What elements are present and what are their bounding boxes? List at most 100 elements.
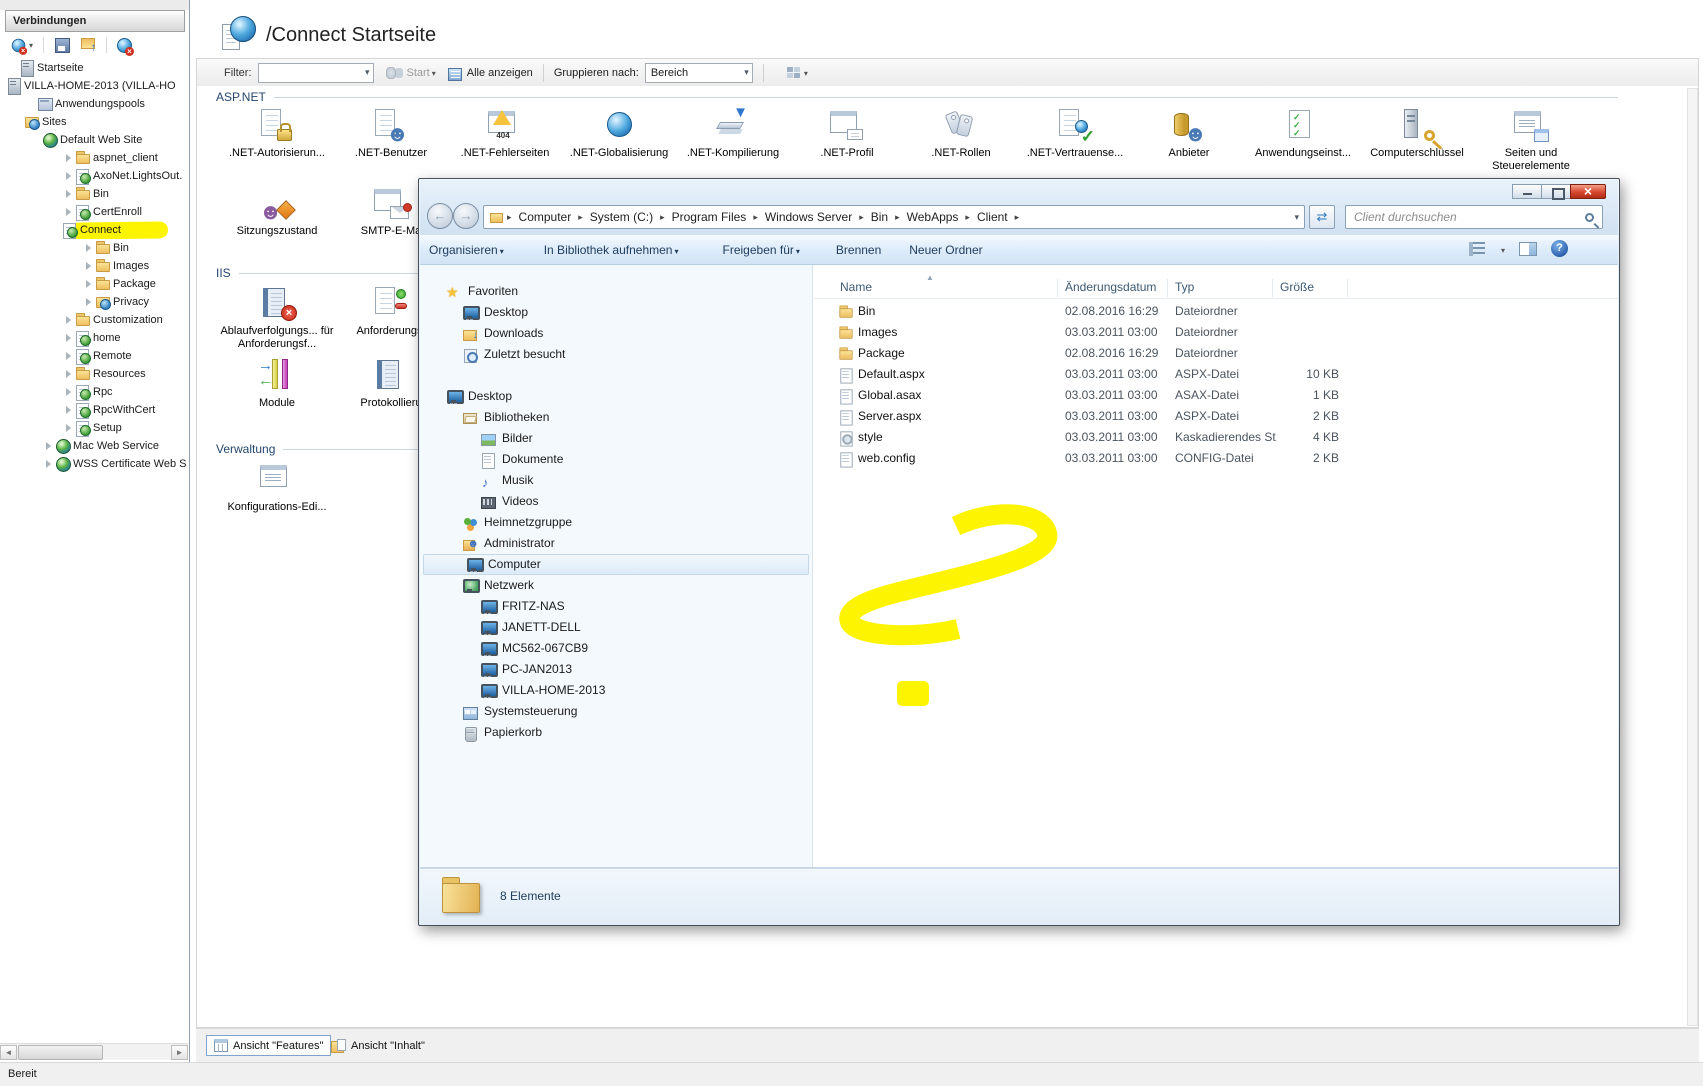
- organize-menu[interactable]: Organisieren: [420, 238, 513, 262]
- file-row-images[interactable]: Images03.03.2011 03:00Dateiordner: [814, 322, 1618, 343]
- scroll-thumb[interactable]: [18, 1045, 103, 1060]
- chevron-collapsed-icon[interactable]: [62, 334, 75, 342]
- file-row-style[interactable]: style03.03.2011 03:00Kaskadierendes St..…: [814, 427, 1618, 448]
- chevron-collapsed-icon[interactable]: [42, 442, 55, 450]
- chevron-collapsed-icon[interactable]: [62, 370, 75, 378]
- chevron-collapsed-icon[interactable]: [62, 208, 75, 216]
- view-options-button[interactable]: [786, 66, 808, 80]
- feature-sitzungszustand[interactable]: Sitzungszustand: [220, 182, 334, 260]
- tree-item-connect[interactable]: Connect: [0, 221, 188, 239]
- feature-net-rollen[interactable]: .NET-Rollen: [904, 104, 1018, 182]
- up-folder-button[interactable]: [77, 35, 99, 54]
- chevron-collapsed-icon[interactable]: [62, 406, 75, 414]
- tree-item-mac-web-service[interactable]: Mac Web Service: [0, 437, 188, 455]
- add-to-library-menu[interactable]: In Bibliothek aufnehmen: [535, 238, 688, 262]
- column-date[interactable]: Änderungsdatum: [1065, 280, 1173, 294]
- minimize-button[interactable]: [1512, 184, 1542, 199]
- tab-features-view[interactable]: Ansicht "Features": [206, 1035, 331, 1056]
- tree-item-sites[interactable]: Sites: [0, 113, 188, 131]
- tree-item-anwendungspools[interactable]: Anwendungspools: [0, 95, 188, 113]
- feature-module[interactable]: Module: [220, 354, 334, 426]
- chevron-collapsed-icon[interactable]: [62, 424, 75, 432]
- nav-downloads[interactable]: Downloads: [420, 323, 812, 344]
- breadcrumb-client[interactable]: Client: [970, 210, 1015, 224]
- tree-item-villa-home-2013[interactable]: VILLA-HOME-2013 (VILLA-HO: [0, 77, 188, 95]
- tree-item-rpc[interactable]: Rpc: [0, 383, 188, 401]
- feature-anbieter[interactable]: Anbieter: [1132, 104, 1246, 182]
- column-size[interactable]: Größe: [1280, 280, 1314, 294]
- burn-button[interactable]: Brennen: [827, 238, 890, 262]
- sidebar-horizontal-scrollbar[interactable]: ◄ ►: [0, 1043, 188, 1060]
- breadcrumb[interactable]: Computer System (C:) Program Files Windo…: [483, 205, 1305, 229]
- chevron-collapsed-icon[interactable]: [62, 172, 75, 180]
- tree-item-certenroll[interactable]: CertEnroll: [0, 203, 188, 221]
- chevron-collapsed-icon[interactable]: [62, 190, 75, 198]
- file-row-server-aspx[interactable]: Server.aspx03.03.2011 03:00ASPX-Datei2 K…: [814, 406, 1618, 427]
- tree-item-remote[interactable]: Remote: [0, 347, 188, 365]
- tree-item-home[interactable]: home: [0, 329, 188, 347]
- refresh-button[interactable]: [1309, 205, 1335, 229]
- back-button[interactable]: [427, 203, 453, 229]
- file-row-default-aspx[interactable]: Default.aspx03.03.2011 03:00ASPX-Datei10…: [814, 364, 1618, 385]
- tree-item-resources[interactable]: Resources: [0, 365, 188, 383]
- breadcrumb-bin[interactable]: Bin: [864, 210, 895, 224]
- search-input[interactable]: Client durchsuchen: [1345, 205, 1603, 229]
- tree-item-connect-package[interactable]: Package: [0, 275, 188, 293]
- file-row-bin[interactable]: Bin02.08.2016 16:29Dateiordner: [814, 301, 1618, 322]
- tree-item-connect-privacy[interactable]: Privacy: [0, 293, 188, 311]
- nav-desktop[interactable]: Desktop: [420, 386, 812, 407]
- chevron-collapsed-icon[interactable]: [62, 352, 75, 360]
- show-all-button[interactable]: Alle anzeigen: [448, 66, 533, 80]
- chevron-collapsed-icon[interactable]: [82, 280, 95, 288]
- breadcrumb-webapps[interactable]: WebApps: [900, 210, 966, 224]
- column-type[interactable]: Typ: [1175, 280, 1194, 294]
- nav-mc562[interactable]: MC562-067CB9: [420, 638, 812, 659]
- address-dropdown-icon[interactable]: [1294, 212, 1299, 223]
- file-row-web-config[interactable]: web.config03.03.2011 03:00CONFIG-Datei2 …: [814, 448, 1618, 469]
- tree-item-connect-images[interactable]: Images: [0, 257, 188, 275]
- chevron-collapsed-icon[interactable]: [62, 388, 75, 396]
- feature-ablaufverfolgung[interactable]: Ablaufverfolgungs... für Anforderungsf..…: [220, 282, 334, 354]
- tree-item-axonet-lightsout[interactable]: AxoNet.LightsOut.: [0, 167, 188, 185]
- chevron-collapsed-icon[interactable]: [82, 262, 95, 270]
- nav-desktop-fav[interactable]: Desktop: [420, 302, 812, 323]
- nav-videos[interactable]: Videos: [420, 491, 812, 512]
- breadcrumb-windows-server[interactable]: Windows Server: [758, 210, 859, 224]
- tab-content-view[interactable]: Ansicht "Inhalt": [324, 1035, 432, 1056]
- tree-item-wss-certificate[interactable]: WSS Certificate Web S: [0, 455, 188, 473]
- breadcrumb-system-c[interactable]: System (C:): [583, 210, 660, 224]
- delete-connection-button[interactable]: [114, 35, 136, 54]
- close-button[interactable]: [1570, 184, 1606, 199]
- feature-net-autorisierung[interactable]: .NET-Autorisierun...: [220, 104, 334, 182]
- tree-item-connect-bin[interactable]: Bin: [0, 239, 188, 257]
- group-by-select[interactable]: Bereich: [645, 63, 753, 83]
- nav-bilder[interactable]: Bilder: [420, 428, 812, 449]
- nav-favoriten[interactable]: Favoriten: [420, 281, 812, 302]
- nav-musik[interactable]: Musik: [420, 470, 812, 491]
- nav-villa-home-2013[interactable]: VILLA-HOME-2013: [420, 680, 812, 701]
- nav-systemsteuerung[interactable]: Systemsteuerung: [420, 701, 812, 722]
- save-connections-button[interactable]: [51, 35, 73, 54]
- feature-konfigurations-editor[interactable]: Konfigurations-Edi...: [220, 458, 334, 536]
- filter-input[interactable]: [258, 63, 374, 83]
- file-row-global-asax[interactable]: Global.asax03.03.2011 03:00ASAX-Datei1 K…: [814, 385, 1618, 406]
- tree-item-aspnet-client[interactable]: aspnet_client: [0, 149, 188, 167]
- maximize-button[interactable]: [1541, 184, 1571, 199]
- nav-janett-dell[interactable]: JANETT-DELL: [420, 617, 812, 638]
- scroll-left-button[interactable]: ◄: [0, 1045, 17, 1060]
- nav-pc-jan2013[interactable]: PC-JAN2013: [420, 659, 812, 680]
- nav-netzwerk[interactable]: Netzwerk: [420, 575, 812, 596]
- feature-net-globalisierung[interactable]: .NET-Globalisierung: [562, 104, 676, 182]
- chevron-collapsed-icon[interactable]: [42, 460, 55, 468]
- nav-zuletzt-besucht[interactable]: Zuletzt besucht: [420, 344, 812, 365]
- tree-item-bin[interactable]: Bin: [0, 185, 188, 203]
- chevron-collapsed-icon[interactable]: [82, 298, 95, 306]
- chevron-collapsed-icon[interactable]: [62, 316, 75, 324]
- nav-administrator[interactable]: Administrator: [420, 533, 812, 554]
- feature-seiten-steuerelemente[interactable]: Seiten und Steuerelemente: [1474, 104, 1588, 182]
- feature-net-profil[interactable]: .NET-Profil: [790, 104, 904, 182]
- nav-bibliotheken[interactable]: Bibliotheken: [420, 407, 812, 428]
- breadcrumb-program-files[interactable]: Program Files: [665, 210, 754, 224]
- feature-net-fehlerseiten[interactable]: 404.NET-Fehlerseiten: [448, 104, 562, 182]
- new-folder-button[interactable]: Neuer Ordner: [900, 238, 991, 262]
